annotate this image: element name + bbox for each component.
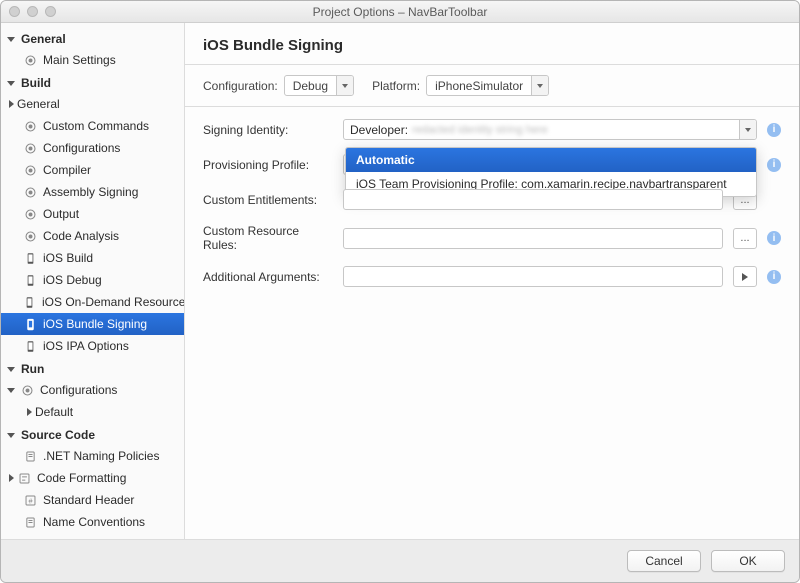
tree-item-run-default[interactable]: Default	[1, 401, 184, 423]
target-icon	[23, 207, 37, 221]
configuration-label: Configuration:	[203, 79, 278, 93]
target-icon	[23, 185, 37, 199]
form-area: Signing Identity: Developer: redacted id…	[185, 107, 799, 313]
config-row: Configuration: Debug Platform: iPhoneSim…	[185, 65, 799, 106]
tree-item-main-settings[interactable]: Main Settings	[1, 49, 184, 71]
chevron-down-icon	[7, 433, 15, 438]
configuration-dropdown[interactable]: Debug	[284, 75, 354, 96]
chevron-right-icon	[9, 100, 14, 108]
popup-option-automatic[interactable]: Automatic	[346, 148, 756, 172]
window-controls	[9, 6, 56, 17]
custom-entitlements-input[interactable]	[343, 189, 723, 210]
tree-item-compiler[interactable]: Compiler	[1, 159, 184, 181]
custom-resource-rules-input[interactable]	[343, 228, 723, 249]
custom-entitlements-label: Custom Entitlements:	[203, 193, 333, 207]
tree-item-ios-bundle-signing[interactable]: iOS Bundle Signing	[1, 313, 184, 335]
additional-arguments-label: Additional Arguments:	[203, 270, 333, 284]
chevron-down-icon	[739, 120, 756, 139]
phone-icon	[23, 251, 37, 265]
content-pane: iOS Bundle Signing Configuration: Debug …	[185, 23, 799, 539]
tree-item-ios-ondemand[interactable]: iOS On-Demand Resources	[1, 291, 184, 313]
chevron-down-icon	[531, 76, 548, 95]
phone-icon	[23, 273, 37, 287]
target-icon	[23, 163, 37, 177]
footer: Cancel OK	[1, 539, 799, 582]
tree-item-custom-commands[interactable]: Custom Commands	[1, 115, 184, 137]
target-icon	[20, 383, 34, 397]
custom-resource-rules-label: Custom Resource Rules:	[203, 224, 333, 252]
additional-arguments-input[interactable]	[343, 266, 723, 287]
tree-item-build-general[interactable]: General	[1, 93, 184, 115]
target-icon	[23, 53, 37, 67]
provisioning-profile-label: Provisioning Profile:	[203, 158, 333, 172]
svg-text:#: #	[28, 496, 33, 505]
chevron-right-icon	[9, 474, 14, 482]
sidebar: General Main Settings Build General	[1, 23, 185, 539]
tree-item-assembly-signing[interactable]: Assembly Signing	[1, 181, 184, 203]
tree-item-configurations[interactable]: Configurations	[1, 137, 184, 159]
titlebar: Project Options – NavBarToolbar	[1, 1, 799, 23]
zoom-icon[interactable]	[45, 6, 56, 17]
tree-item-ios-ipa[interactable]: iOS IPA Options	[1, 335, 184, 357]
tree-item-ios-build[interactable]: iOS Build	[1, 247, 184, 269]
tree-item-standard-header[interactable]: # Standard Header	[1, 489, 184, 511]
tree-section-run[interactable]: Run	[1, 359, 184, 379]
target-icon	[23, 141, 37, 155]
platform-label: Platform:	[372, 79, 420, 93]
ok-button[interactable]: OK	[711, 550, 785, 572]
page-title: iOS Bundle Signing	[185, 23, 799, 64]
chevron-right-icon	[27, 408, 32, 416]
tree-item-name-conventions[interactable]: Name Conventions	[1, 511, 184, 533]
cancel-button[interactable]: Cancel	[627, 550, 701, 572]
phone-icon	[23, 295, 36, 309]
chevron-down-icon	[336, 76, 353, 95]
project-options-window: Project Options – NavBarToolbar General …	[0, 0, 800, 583]
format-icon	[17, 471, 31, 485]
minimize-icon[interactable]	[27, 6, 38, 17]
target-icon	[23, 119, 37, 133]
doc-icon	[23, 449, 37, 463]
target-icon	[23, 229, 37, 243]
chevron-down-icon	[7, 81, 15, 86]
close-icon[interactable]	[9, 6, 20, 17]
signing-identity-dropdown[interactable]: Developer: redacted identity string here	[343, 119, 757, 140]
tree-item-code-analysis[interactable]: Code Analysis	[1, 225, 184, 247]
tree-section-build[interactable]: Build	[1, 73, 184, 93]
tree-item-code-formatting[interactable]: Code Formatting	[1, 467, 184, 489]
phone-icon	[23, 317, 37, 331]
tree-item-run-configurations[interactable]: Configurations	[1, 379, 184, 401]
play-icon	[742, 273, 748, 281]
info-icon[interactable]: i	[767, 270, 781, 284]
tree-item-output[interactable]: Output	[1, 203, 184, 225]
browse-button[interactable]: ...	[733, 228, 757, 249]
doc-icon	[23, 515, 37, 529]
window-title: Project Options – NavBarToolbar	[1, 5, 799, 19]
tree-item-ios-debug[interactable]: iOS Debug	[1, 269, 184, 291]
info-icon[interactable]: i	[767, 123, 781, 137]
hash-icon: #	[23, 493, 37, 507]
tree-section-source-code[interactable]: Source Code	[1, 425, 184, 445]
chevron-down-icon	[7, 367, 15, 372]
info-icon[interactable]: i	[767, 231, 781, 245]
platform-dropdown[interactable]: iPhoneSimulator	[426, 75, 549, 96]
tree-item-net-naming[interactable]: .NET Naming Policies	[1, 445, 184, 467]
phone-icon	[23, 339, 37, 353]
tree-section-general[interactable]: General	[1, 29, 184, 49]
chevron-down-icon	[7, 388, 15, 393]
chevron-down-icon	[7, 37, 15, 42]
run-arguments-button[interactable]	[733, 266, 757, 287]
signing-identity-label: Signing Identity:	[203, 123, 333, 137]
info-icon[interactable]: i	[767, 158, 781, 172]
